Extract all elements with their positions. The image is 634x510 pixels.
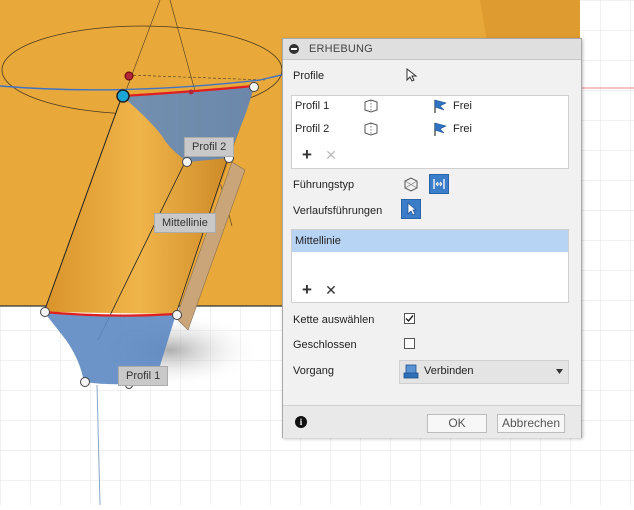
geschlossen-label: Geschlossen [293,339,357,351]
flag-icon[interactable] [432,98,450,114]
verlauf-label: Verlaufsführungen [293,205,383,217]
geschlossen-checkbox[interactable] [404,338,415,349]
vorgang-label: Vorgang [293,365,334,377]
chevron-down-icon [556,369,563,374]
remove-profile-button[interactable]: ✕ [324,148,338,162]
ok-button[interactable]: OK [427,414,487,433]
profile-label: Profile [293,70,325,82]
collapse-icon[interactable] [289,44,299,54]
check-icon [405,315,414,323]
select-rail-button[interactable] [401,199,421,219]
rail-list[interactable]: Mittellinie + ✕ [291,229,569,303]
vorgang-value: Verbinden [424,365,474,377]
profile-icon[interactable] [362,98,380,114]
profil-1-label: Profil 1 [118,366,169,386]
join-icon [403,364,419,379]
panel-header[interactable]: ERHEBUNG [283,39,581,60]
add-rail-button[interactable]: + [300,281,314,298]
vorgang-dropdown[interactable]: Verbinden [399,360,569,384]
list-item[interactable]: Profil 1 Frei [294,97,564,117]
guide-rails-icon[interactable] [401,174,421,194]
continuity-value: Frei [453,123,472,135]
cursor-icon [407,202,417,216]
profile-list[interactable]: Profil 1 Frei Profil 2 Frei + ✕ [291,95,569,169]
cursor-icon [406,68,418,82]
kette-label: Kette auswählen [293,314,375,326]
fuehrungstyp-label: Führungstyp [293,179,355,191]
selected-point[interactable] [116,89,130,103]
centerline-type-button[interactable] [429,174,449,194]
list-item[interactable]: Profil 2 Frei [294,120,564,140]
panel-title: ERHEBUNG [309,43,373,55]
remove-rail-button[interactable]: ✕ [324,283,338,297]
flag-icon[interactable] [432,121,450,137]
profile-name: Profil 1 [295,100,330,112]
profil-2-label: Profil 2 [184,137,235,157]
continuity-value: Frei [453,100,472,112]
mittellinie-label: Mittellinie [154,213,216,233]
centerline-icon [433,179,445,189]
add-profile-button[interactable]: + [300,146,314,163]
cancel-button[interactable]: Abbrechen [497,414,565,433]
info-icon[interactable]: i [295,416,307,428]
profile-name: Profil 2 [295,123,330,135]
panel-footer: i OK Abbrechen [283,405,581,438]
list-item[interactable]: Mittellinie [292,230,568,252]
rail-name: Mittellinie [295,235,341,247]
profile-icon[interactable] [362,121,380,137]
erhebung-panel: ERHEBUNG Profile Profil 1 Frei Profil 2 [282,38,582,438]
kette-checkbox[interactable] [404,313,415,324]
